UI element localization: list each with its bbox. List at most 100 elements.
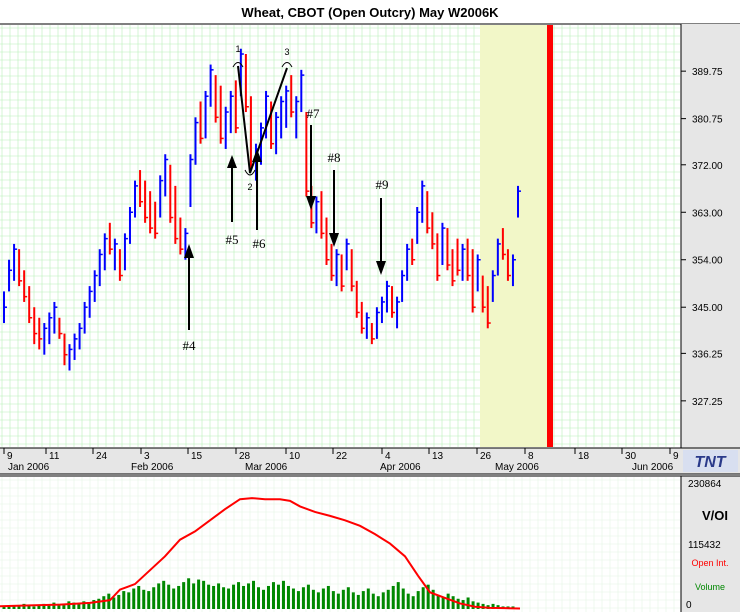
time-tick-label: 9 (673, 451, 679, 462)
price-tick-label: 327.25 (692, 397, 723, 408)
vol-tick-max: 230864 (688, 479, 722, 490)
expiry-marker (547, 25, 553, 447)
price-axis-panel (681, 24, 740, 448)
pivot-label-3: 3 (284, 47, 289, 57)
projection-shade (480, 25, 548, 447)
volume-bar (177, 585, 181, 609)
month-label: Apr 2006 (380, 462, 421, 473)
volume-bar (436, 594, 440, 609)
annotation-6: #6 (253, 236, 267, 251)
month-label: May 2006 (495, 462, 539, 473)
volume-bar (222, 587, 226, 609)
vol-tick-min: 0 (686, 600, 692, 611)
volume-bar (336, 593, 340, 609)
annotation-9: #9 (376, 177, 389, 192)
price-tick-label: 345.00 (692, 303, 723, 314)
time-tick-label: 30 (625, 451, 637, 462)
volume-bar (466, 597, 470, 609)
volume-bar (306, 584, 310, 609)
volume-bar (296, 591, 300, 609)
volume-bar (67, 601, 71, 609)
chart-title: Wheat, CBOT (Open Outcry) May W2006K (241, 5, 499, 20)
chart-canvas: Wheat, CBOT (Open Outcry) May W2006K #4 … (0, 0, 740, 612)
price-grid (0, 25, 680, 447)
volume-bar (202, 580, 206, 609)
annotation-4: #4 (183, 338, 197, 353)
volume-bar (97, 598, 101, 609)
volume-bar (62, 605, 66, 609)
time-tick-label: 9 (7, 451, 13, 462)
volume-bar (137, 585, 141, 609)
price-tick-label: 336.25 (692, 349, 723, 360)
time-tick-label: 24 (96, 451, 108, 462)
pivot-label-1: 1 (235, 44, 240, 54)
vol-tick-mid: 115432 (688, 540, 721, 551)
volume-bar (361, 591, 365, 609)
time-tick-label: 18 (578, 451, 590, 462)
time-tick-label: 11 (49, 451, 60, 462)
time-tick-label: 3 (144, 451, 150, 462)
tnt-logo: TNT (694, 454, 726, 471)
legend-volume: Volume (695, 582, 725, 592)
time-tick-label: 15 (191, 451, 203, 462)
volume-bar (341, 589, 345, 609)
volume-bar (117, 594, 121, 609)
volume-bar (276, 584, 280, 609)
volume-bar (316, 592, 320, 609)
volume-bar (366, 588, 370, 609)
volume-bar (207, 584, 211, 609)
volume-bar (266, 585, 270, 609)
volume-bar (311, 589, 315, 609)
volume-bar (112, 597, 116, 609)
volume-bar (212, 585, 216, 609)
time-tick-label: 8 (528, 451, 534, 462)
time-tick-label: 28 (239, 451, 251, 462)
volume-bar (346, 587, 350, 609)
annotation-5: #5 (226, 232, 239, 247)
volume-bar (286, 585, 290, 609)
pivot-label-2: 2 (247, 182, 252, 192)
volume-bar (351, 592, 355, 609)
legend-open-interest: Open Int. (691, 558, 728, 568)
volume-bar (252, 580, 256, 609)
volume-bar (386, 589, 390, 609)
volume-bar (396, 582, 400, 609)
volume-bar (32, 606, 36, 609)
annotation-8: #8 (328, 150, 341, 165)
price-tick-label: 389.75 (692, 67, 723, 78)
volume-bar (102, 596, 106, 609)
volume-bar (162, 580, 166, 609)
volume-bar (132, 588, 136, 609)
volume-bar (217, 583, 221, 609)
volume-bar (167, 584, 171, 609)
month-label: Jun 2006 (632, 462, 674, 473)
volume-bar (232, 584, 236, 609)
volume-bar (406, 593, 410, 609)
lower-panel-title: V/OI (702, 508, 728, 523)
volume-bar (391, 585, 395, 609)
volume-bar (421, 587, 425, 609)
volume-bar (52, 602, 56, 609)
time-tick-label: 26 (480, 451, 492, 462)
price-tick-label: 354.00 (692, 256, 723, 267)
month-label: Jan 2006 (8, 462, 50, 473)
volume-bar (147, 591, 151, 609)
time-tick-label: 13 (432, 451, 444, 462)
volume-bar (371, 593, 375, 609)
volume-bar (376, 596, 380, 609)
volume-bar (326, 585, 330, 609)
volume-bar (281, 580, 285, 609)
volume-bar (192, 583, 196, 609)
volume-bar (122, 591, 126, 609)
volume-bar (331, 591, 335, 609)
volume-bar (152, 587, 156, 609)
volume-bar (271, 582, 275, 609)
volume-bar (441, 597, 445, 609)
volume-bar (411, 596, 415, 609)
month-label: Mar 2006 (245, 462, 288, 473)
month-label: Feb 2006 (131, 462, 174, 473)
volume-bar (197, 579, 201, 609)
price-tick-label: 363.00 (692, 208, 723, 219)
volume-bar (416, 591, 420, 609)
volume-bar (451, 596, 455, 609)
